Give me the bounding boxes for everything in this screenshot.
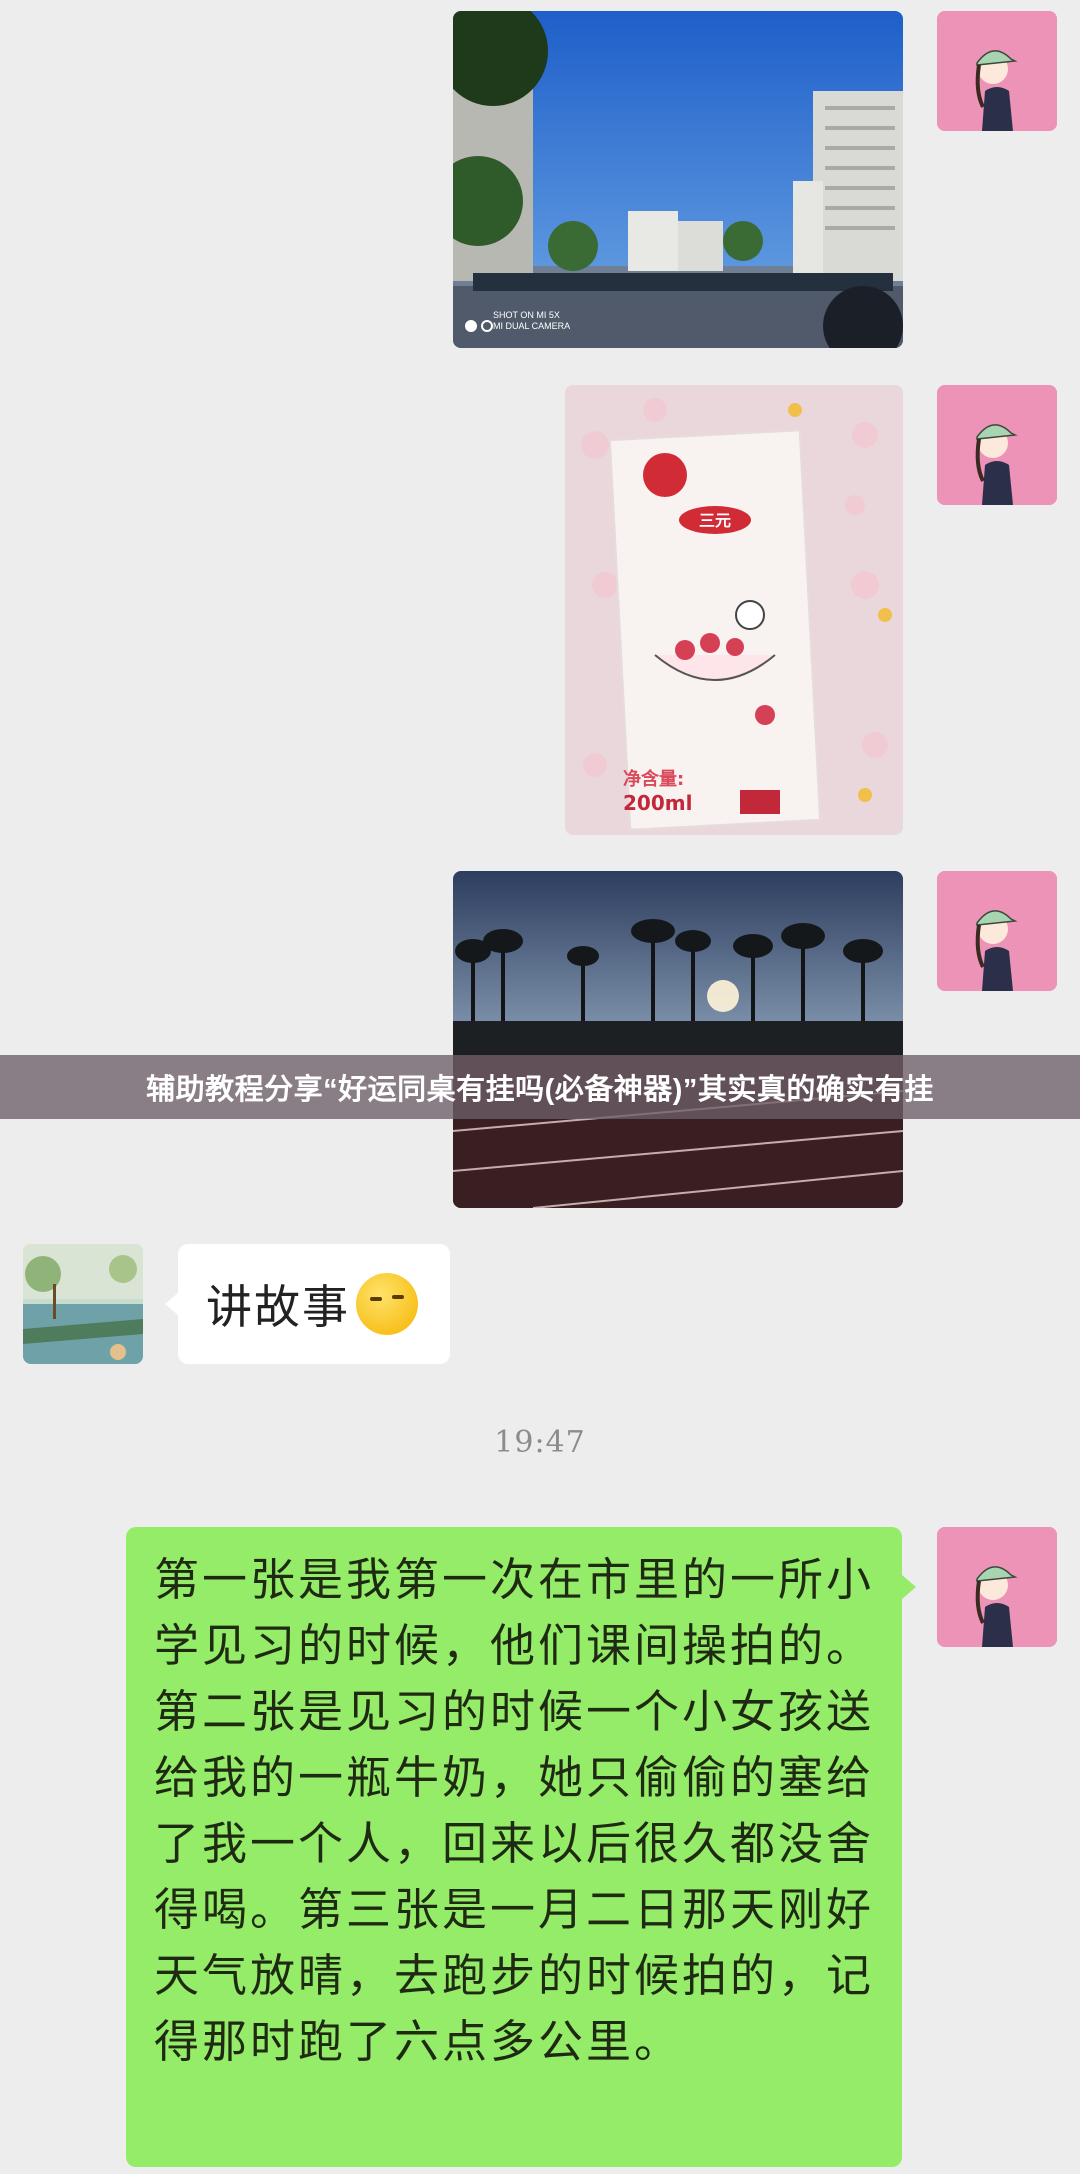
milk-carton-image: 三元 净含量: 200ml <box>565 385 903 835</box>
girl-avatar-icon <box>937 385 1057 505</box>
sunset-track-image <box>453 871 903 1208</box>
friend-message-bubble[interactable]: 讲故事 <box>178 1244 450 1364</box>
watermark-line-2: MI DUAL CAMERA <box>493 321 571 331</box>
photo-message-milk[interactable]: 三元 净含量: 200ml <box>565 385 903 835</box>
my-avatar[interactable] <box>937 11 1057 131</box>
photo-message-schoolyard[interactable]: SHOT ON MI 5X MI DUAL CAMERA <box>453 11 903 348</box>
promo-banner: 辅助教程分享“好运同桌有挂吗(必备神器)”其实真的确实有挂 <box>0 1055 1080 1119</box>
camera-watermark-icon <box>465 320 493 332</box>
photo-message-sunset-track[interactable] <box>453 871 903 1208</box>
carton-net-label: 净含量: <box>623 768 684 790</box>
carton-volume: 200ml <box>623 791 692 815</box>
message-timestamp: 19:47 <box>494 1425 586 1460</box>
carton-brand: 三元 <box>699 511 731 530</box>
friend-message-text: 讲故事 <box>206 1280 350 1334</box>
painting-avatar-icon <box>23 1244 143 1364</box>
girl-avatar-icon <box>937 1527 1057 1647</box>
girl-avatar-icon <box>937 871 1057 991</box>
friend-avatar[interactable] <box>23 1244 143 1364</box>
my-message-bubble[interactable]: 第一张是我第一次在市里的一所小学见习的时候，他们课间操拍的。第二张是见习的时候一… <box>126 1527 902 2167</box>
my-avatar[interactable] <box>937 1527 1057 1647</box>
banner-text: 辅助教程分享“好运同桌有挂吗(必备神器)”其实真的确实有挂 <box>146 1074 934 1106</box>
my-message-text: 第一张是我第一次在市里的一所小学见习的时候，他们课间操拍的。第二张是见习的时候一… <box>154 1553 875 2068</box>
friend-bubble-tail <box>165 1292 179 1316</box>
my-bubble-tail <box>902 1575 916 1599</box>
camera-watermark: SHOT ON MI 5X MI DUAL CAMERA <box>493 310 570 332</box>
my-avatar[interactable] <box>937 385 1057 505</box>
watermark-line-1: SHOT ON MI 5X <box>493 310 560 320</box>
smirk-emoji-icon <box>356 1273 418 1335</box>
my-avatar[interactable] <box>937 871 1057 991</box>
girl-avatar-icon <box>937 11 1057 131</box>
schoolyard-image <box>453 11 903 348</box>
